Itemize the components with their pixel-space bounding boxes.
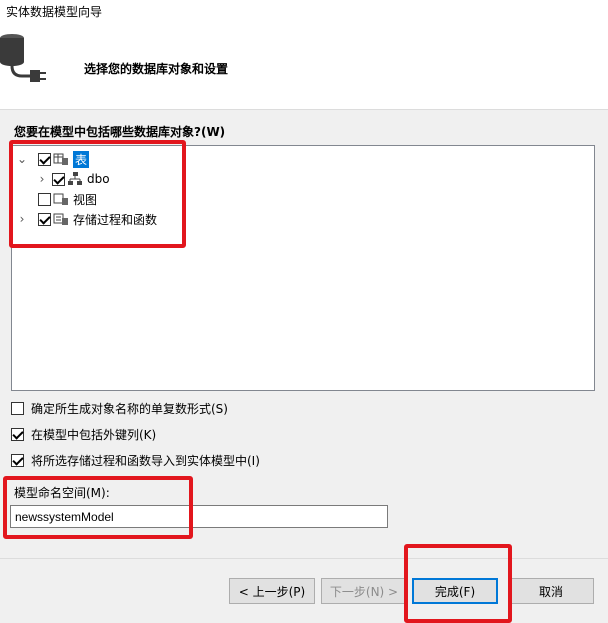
highlight-box-tree (9, 140, 186, 248)
pluralize-checkbox[interactable] (11, 401, 24, 415)
header-divider (0, 109, 608, 110)
import-procedures-label[interactable]: 将所选存储过程和函数导入到实体模型中(I) (31, 452, 260, 469)
highlight-box-finish (404, 544, 512, 623)
option-foreign-keys[interactable]: 在模型中包括外键列(K) (11, 425, 156, 443)
database-connection-icon (0, 34, 46, 82)
previous-button[interactable]: < 上一步(P) (229, 578, 315, 604)
title-bar: 实体数据模型向导 (0, 0, 608, 26)
foreign-keys-checkbox[interactable] (11, 427, 24, 441)
pluralize-label[interactable]: 确定所生成对象名称的单复数形式(S) (31, 400, 228, 417)
objects-label: 您要在模型中包括哪些数据库对象?(W) (14, 125, 226, 139)
cancel-button[interactable]: 取消 (508, 578, 594, 604)
option-import-procedures[interactable]: 将所选存储过程和函数导入到实体模型中(I) (11, 451, 260, 469)
option-pluralize[interactable]: 确定所生成对象名称的单复数形式(S) (11, 399, 228, 417)
wizard-subtitle: 选择您的数据库对象和设置 (84, 62, 229, 76)
foreign-keys-label[interactable]: 在模型中包括外键列(K) (31, 426, 156, 443)
import-procedures-checkbox[interactable] (11, 453, 24, 467)
highlight-box-namespace (3, 476, 193, 539)
footer-divider (0, 558, 608, 559)
next-button[interactable]: 下一步(N) > (321, 578, 407, 604)
window-title: 实体数据模型向导 (6, 5, 103, 19)
